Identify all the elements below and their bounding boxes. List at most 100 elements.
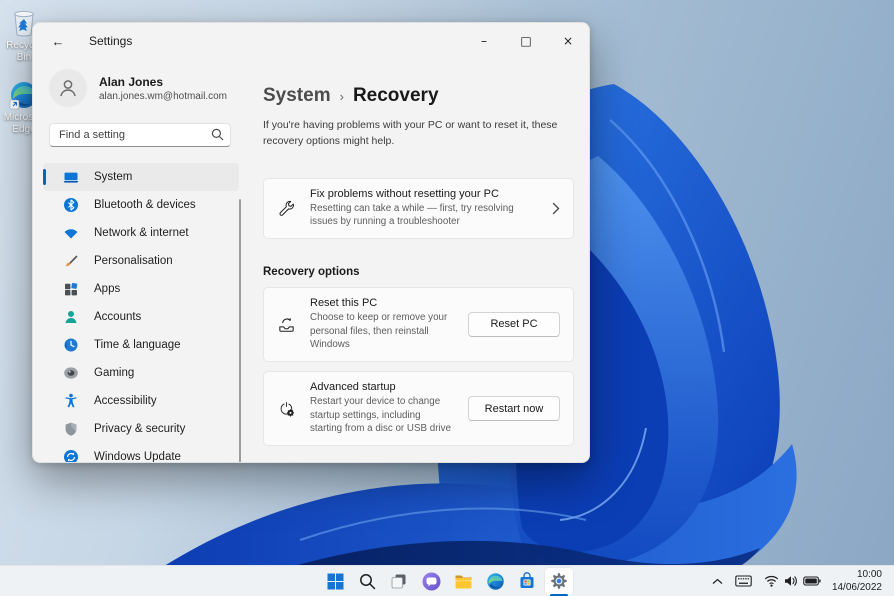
chat-button[interactable] xyxy=(417,568,445,595)
reset-pc-button[interactable]: Reset PC xyxy=(468,312,560,337)
person-icon xyxy=(57,77,79,99)
volume-icon xyxy=(784,575,798,587)
personalisation-icon xyxy=(63,253,79,269)
sidebar-scrollbar[interactable] xyxy=(239,199,241,463)
store-button[interactable] xyxy=(513,568,541,595)
store-icon xyxy=(518,572,536,590)
file-explorer-button[interactable] xyxy=(449,568,477,595)
profile-email: alan.jones.wm@hotmail.com xyxy=(99,91,227,102)
taskbar-search-button[interactable] xyxy=(353,568,381,595)
breadcrumb-separator: › xyxy=(340,89,344,104)
clock-date: 14/06/2022 xyxy=(832,581,882,594)
chevron-right-icon xyxy=(552,202,560,215)
close-button[interactable]: × xyxy=(547,23,589,59)
apps-icon xyxy=(63,281,79,297)
accessibility-icon xyxy=(63,393,79,409)
touch-keyboard-icon xyxy=(735,575,752,587)
sidebar-item-accounts[interactable]: Accounts xyxy=(43,303,239,331)
task-view-icon xyxy=(390,572,408,590)
maximize-button[interactable]: □ xyxy=(505,23,547,59)
sidebar-item-time-language[interactable]: Time & language xyxy=(43,331,239,359)
bluetooth-icon xyxy=(63,197,79,213)
advanced-startup-title: Advanced startup xyxy=(310,381,454,393)
fix-problems-card[interactable]: Fix problems without resetting your PC R… xyxy=(263,178,574,239)
sidebar-item-bluetooth-devices[interactable]: Bluetooth & devices xyxy=(43,191,239,219)
restart-now-button[interactable]: Restart now xyxy=(468,396,560,421)
sidebar-item-label: Time & language xyxy=(94,339,181,351)
section-header-recovery-options: Recovery options xyxy=(263,266,574,278)
page-title: Recovery xyxy=(353,85,439,107)
reset-pc-title: Reset this PC xyxy=(310,297,454,309)
edge-button[interactable] xyxy=(481,568,509,595)
task-view-button[interactable] xyxy=(385,568,413,595)
windows-update-icon xyxy=(63,449,79,463)
clock-time: 10:00 xyxy=(832,568,882,581)
main-content: System › Recovery If you're having probl… xyxy=(249,59,589,463)
sidebar-item-network-internet[interactable]: Network & internet xyxy=(43,219,239,247)
search-icon xyxy=(359,573,376,590)
sidebar-item-label: Gaming xyxy=(94,367,134,379)
breadcrumb: System › Recovery xyxy=(263,85,574,107)
taskbar-clock[interactable]: 10:00 14/06/2022 xyxy=(828,568,886,594)
time-language-icon xyxy=(63,337,79,353)
sidebar-item-label: Windows Update xyxy=(94,451,181,463)
chevron-up-icon xyxy=(712,578,723,585)
taskbar: 10:00 14/06/2022 xyxy=(0,565,894,596)
advanced-startup-card: Advanced startup Restart your device to … xyxy=(263,371,574,446)
breadcrumb-system[interactable]: System xyxy=(263,85,331,107)
start-icon xyxy=(327,573,344,590)
sidebar-item-label: Bluetooth & devices xyxy=(94,199,196,211)
tray-status-group[interactable] xyxy=(759,568,826,595)
sidebar-item-label: Network & internet xyxy=(94,227,189,239)
wifi-icon xyxy=(764,575,779,587)
sidebar-item-gaming[interactable]: Gaming xyxy=(43,359,239,387)
sidebar-item-label: Privacy & security xyxy=(94,423,185,435)
edge-icon xyxy=(486,572,505,591)
profile-name: Alan Jones xyxy=(99,75,227,89)
file-explorer-icon xyxy=(454,572,473,591)
privacy-security-icon xyxy=(63,421,79,437)
page-description: If you're having problems with your PC o… xyxy=(263,118,574,150)
gaming-icon xyxy=(63,365,79,381)
window-title: Settings xyxy=(89,34,132,48)
wrench-icon xyxy=(277,199,296,218)
system-icon xyxy=(63,169,79,185)
battery-icon xyxy=(803,576,821,586)
sidebar-item-system[interactable]: System xyxy=(43,163,239,191)
sidebar: Alan Jones alan.jones.wm@hotmail.com xyxy=(33,59,249,463)
sidebar-item-accessibility[interactable]: Accessibility xyxy=(43,387,239,415)
advanced-startup-subtitle: Restart your device to change startup se… xyxy=(310,395,454,436)
sidebar-item-personalisation[interactable]: Personalisation xyxy=(43,247,239,275)
titlebar: ← Settings – □ × xyxy=(33,23,589,59)
sidebar-item-label: Accessibility xyxy=(94,395,157,407)
advanced-startup-icon xyxy=(277,399,296,418)
sidebar-item-windows-update[interactable]: Windows Update xyxy=(43,443,239,463)
sidebar-item-privacy-security[interactable]: Privacy & security xyxy=(43,415,239,443)
back-button[interactable]: ← xyxy=(41,27,75,55)
sidebar-nav: System Bluetooth & devices Network & int… xyxy=(33,163,249,463)
sidebar-item-label: Personalisation xyxy=(94,255,173,267)
sidebar-item-label: System xyxy=(94,171,132,183)
reset-pc-card: Reset this PC Choose to keep or remove y… xyxy=(263,287,574,362)
fix-problems-title: Fix problems without resetting your PC xyxy=(310,188,538,200)
sidebar-item-label: Apps xyxy=(94,283,120,295)
settings-taskbar-button[interactable] xyxy=(545,568,573,595)
accounts-icon xyxy=(63,309,79,325)
tray-chevron-button[interactable] xyxy=(707,568,728,595)
reset-pc-subtitle: Choose to keep or remove your personal f… xyxy=(310,311,454,352)
fix-problems-subtitle: Resetting can take a while — first, try … xyxy=(310,202,538,229)
minimize-button[interactable]: – xyxy=(463,23,505,59)
search-input[interactable] xyxy=(49,123,231,147)
search-icon xyxy=(211,128,224,141)
chat-icon xyxy=(422,572,441,591)
avatar xyxy=(49,69,87,107)
touch-keyboard-button[interactable] xyxy=(730,568,757,595)
settings-gear-icon xyxy=(550,572,568,590)
profile-block[interactable]: Alan Jones alan.jones.wm@hotmail.com xyxy=(49,69,249,107)
network-icon xyxy=(63,225,79,241)
sidebar-item-label: Accounts xyxy=(94,311,141,323)
start-button[interactable] xyxy=(321,568,349,595)
sidebar-item-apps[interactable]: Apps xyxy=(43,275,239,303)
reset-pc-icon xyxy=(277,315,296,334)
settings-window: ← Settings – □ × Alan Jones alan.jones.w… xyxy=(32,22,590,463)
